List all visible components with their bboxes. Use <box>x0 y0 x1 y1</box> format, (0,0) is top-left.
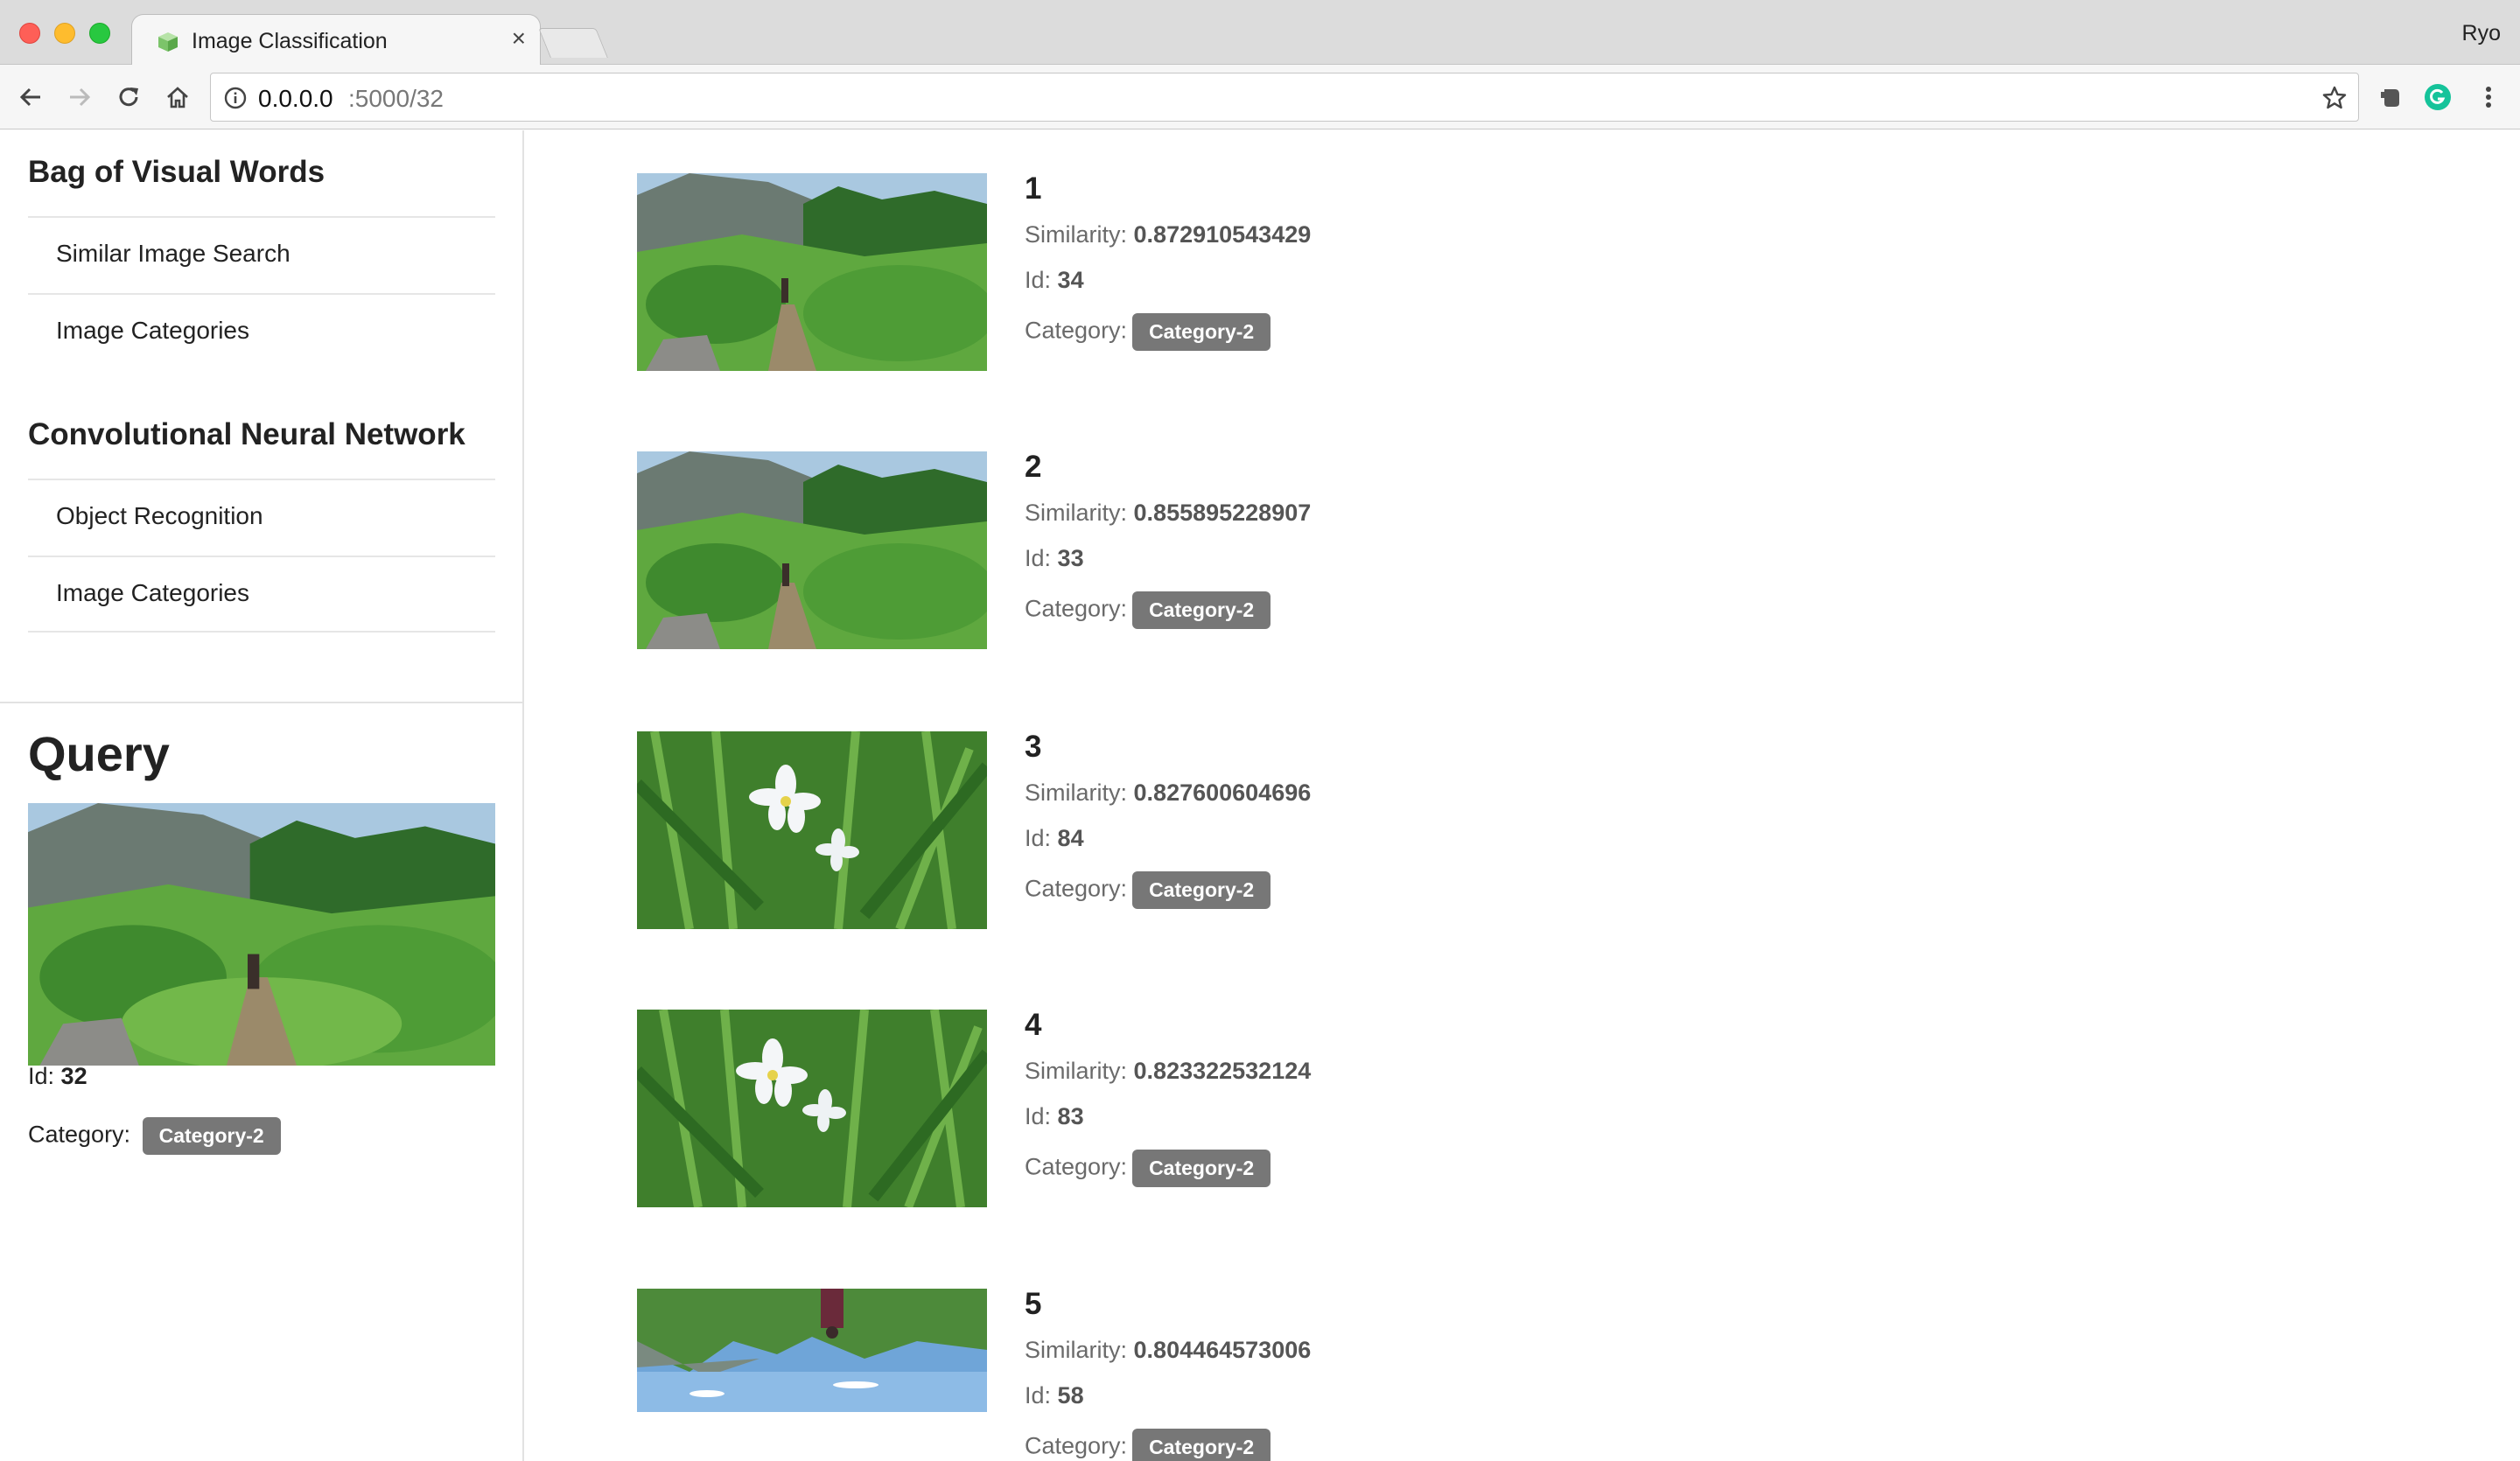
result-id: Id: 83 <box>1025 1103 1084 1129</box>
query-id-value: 32 <box>60 1063 88 1089</box>
result-id: Id: 33 <box>1025 545 1084 571</box>
home-icon[interactable] <box>161 80 194 114</box>
category-badge: Category-2 <box>1132 313 1271 351</box>
result-thumbnail[interactable] <box>637 1289 987 1412</box>
id-value: 84 <box>1057 825 1084 851</box>
evernote-icon[interactable] <box>2374 80 2407 114</box>
similarity-value: 0.855895228907 <box>1133 500 1312 526</box>
result-rank: 3 <box>1025 730 1042 764</box>
result-category: Category: Category-2 <box>1025 871 1271 909</box>
result-similarity: Similarity: 0.827600604696 <box>1025 779 1312 806</box>
result-thumbnail[interactable] <box>637 173 987 371</box>
result-rank: 1 <box>1025 171 1042 206</box>
result-item: 1 Similarity: 0.872910543429 Id: 34 Cate… <box>637 171 1512 383</box>
browser-tab-active[interactable]: Image Classification × <box>131 14 541 66</box>
kebab-menu-icon[interactable] <box>2472 80 2505 114</box>
result-thumbnail[interactable] <box>637 451 987 649</box>
section-title-bovw: Bag of Visual Words <box>28 155 326 189</box>
browser-toolbar: 0.0.0.0 :5000/32 <box>0 65 2520 129</box>
results-list: 1 Similarity: 0.872910543429 Id: 34 Cate… <box>525 130 2520 1461</box>
result-id: Id: 34 <box>1025 267 1084 293</box>
result-similarity: Similarity: 0.855895228907 <box>1025 500 1312 526</box>
minimize-window-button[interactable] <box>54 23 75 44</box>
query-id: Id: 32 <box>28 1063 88 1089</box>
result-item: 4 Similarity: 0.823322532124 Id: 83 Cate… <box>637 1008 1512 1220</box>
result-item: 5 Similarity: 0.804464573006 Id: 58 Cate… <box>637 1287 1512 1461</box>
tab-title: Image Classification <box>192 29 388 53</box>
query-category: Category: Category-2 <box>28 1117 281 1155</box>
result-category: Category: Category-2 <box>1025 591 1271 629</box>
result-category: Category: Category-2 <box>1025 1429 1271 1461</box>
sidebar-item-label: Image Categories <box>56 317 250 344</box>
category-badge: Category-2 <box>1132 1150 1271 1187</box>
result-rank: 4 <box>1025 1008 1042 1042</box>
result-id: Id: 84 <box>1025 825 1084 851</box>
arrow-right-icon[interactable] <box>63 80 96 114</box>
sidebar-item-cnn-image-categories[interactable]: Image Categories <box>28 556 495 633</box>
category-badge: Category-2 <box>142 1117 281 1155</box>
sidebar-item-label: Image Categories <box>56 579 250 606</box>
address-bar[interactable]: 0.0.0.0 :5000/32 <box>210 73 2359 122</box>
info-icon[interactable] <box>223 86 248 110</box>
category-badge: Category-2 <box>1132 591 1271 629</box>
result-thumbnail[interactable] <box>637 731 987 929</box>
new-tab-button[interactable] <box>538 28 608 58</box>
grammarly-icon[interactable] <box>2421 80 2454 114</box>
result-item: 2 Similarity: 0.855895228907 Id: 33 Cate… <box>637 450 1512 661</box>
sidebar: Bag of Visual Words Similar Image Search… <box>0 130 524 1461</box>
page-content: Bag of Visual Words Similar Image Search… <box>0 130 2520 1461</box>
profile-name[interactable]: Ryo <box>2462 21 2501 46</box>
result-similarity: Similarity: 0.872910543429 <box>1025 221 1312 248</box>
close-window-button[interactable] <box>19 23 40 44</box>
result-similarity: Similarity: 0.804464573006 <box>1025 1337 1312 1363</box>
id-value: 33 <box>1057 545 1084 571</box>
sidebar-divider <box>0 702 522 703</box>
result-category: Category: Category-2 <box>1025 313 1271 351</box>
reload-icon[interactable] <box>112 80 145 114</box>
zoom-window-button[interactable] <box>89 23 110 44</box>
id-value: 83 <box>1057 1103 1084 1129</box>
result-rank: 5 <box>1025 1287 1042 1321</box>
similarity-value: 0.823322532124 <box>1133 1058 1312 1084</box>
star-icon[interactable] <box>2321 85 2348 111</box>
result-rank: 2 <box>1025 450 1042 484</box>
tab-close-icon[interactable]: × <box>512 26 526 51</box>
browser-title-bar: Image Classification × Ryo <box>0 0 2520 66</box>
cube-favicon-icon <box>158 32 178 52</box>
sidebar-item-label: Object Recognition <box>56 502 263 529</box>
sidebar-item-similar-image-search[interactable]: Similar Image Search <box>28 216 495 293</box>
result-item: 3 Similarity: 0.827600604696 Id: 84 Cate… <box>637 730 1512 941</box>
similarity-value: 0.804464573006 <box>1133 1337 1312 1363</box>
similarity-value: 0.872910543429 <box>1133 221 1312 248</box>
arrow-left-icon[interactable] <box>14 80 47 114</box>
query-image <box>28 803 495 1066</box>
result-category: Category: Category-2 <box>1025 1150 1271 1187</box>
query-title: Query <box>28 726 170 781</box>
sidebar-item-label: Similar Image Search <box>56 240 290 267</box>
similarity-value: 0.827600604696 <box>1133 779 1312 806</box>
sidebar-item-bovw-image-categories[interactable]: Image Categories <box>28 293 495 370</box>
url-host: 0.0.0.0 <box>258 85 333 112</box>
id-value: 58 <box>1057 1382 1084 1409</box>
result-similarity: Similarity: 0.823322532124 <box>1025 1058 1312 1084</box>
url-path: :5000/32 <box>348 85 444 112</box>
result-id: Id: 58 <box>1025 1382 1084 1409</box>
category-badge: Category-2 <box>1132 871 1271 909</box>
result-thumbnail[interactable] <box>637 1010 987 1207</box>
id-value: 34 <box>1057 267 1084 293</box>
category-badge: Category-2 <box>1132 1429 1271 1461</box>
sidebar-item-object-recognition[interactable]: Object Recognition <box>28 479 495 556</box>
section-title-cnn: Convolutional Neural Network <box>28 417 466 451</box>
